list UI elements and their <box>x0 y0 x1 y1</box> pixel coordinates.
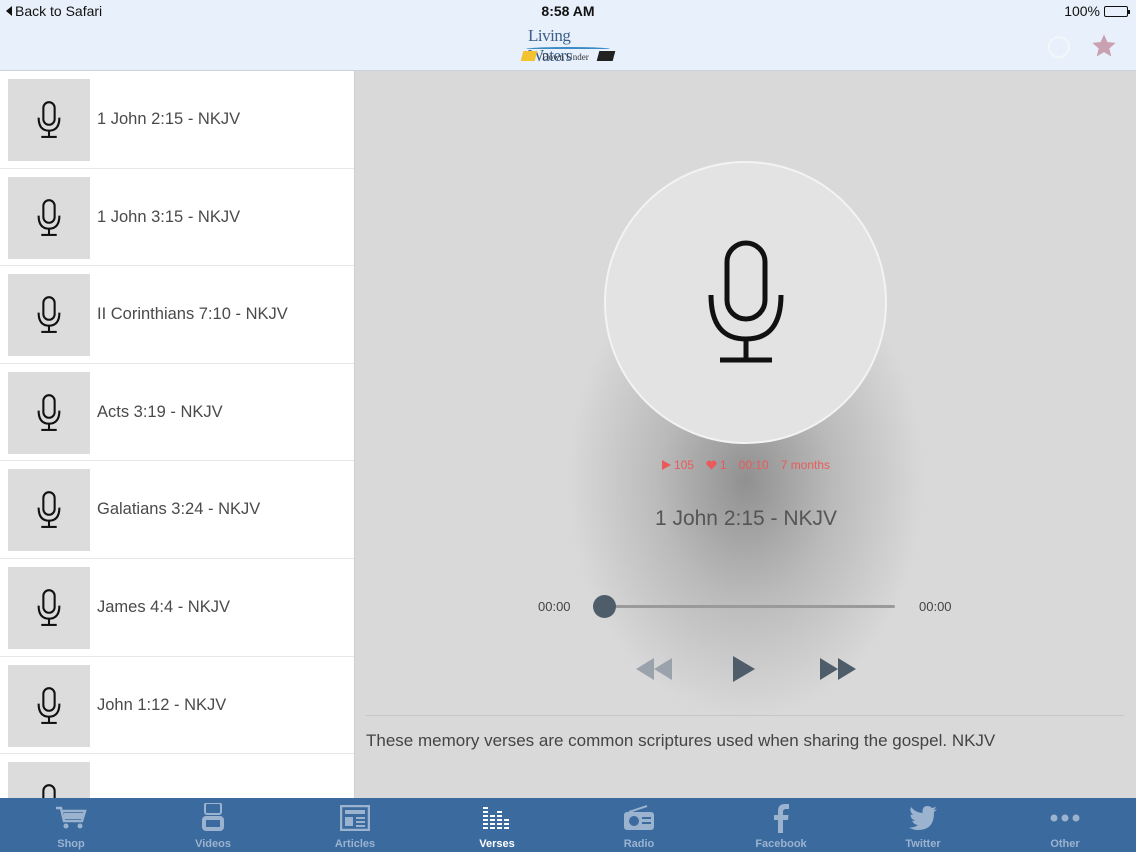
verse-list-item[interactable]: Galatians 3:24 - NKJV <box>0 461 354 559</box>
tab-radio[interactable]: Radio <box>568 798 710 852</box>
verse-list-label: Galatians 3:24 - NKJV <box>97 500 261 519</box>
tab-shop[interactable]: Shop <box>0 798 142 852</box>
tab-articles[interactable]: Articles <box>284 798 426 852</box>
verse-thumbnail <box>8 176 90 259</box>
tab-facebook[interactable]: Facebook <box>710 798 852 852</box>
youtube-icon <box>196 802 230 834</box>
status-time: 8:58 AM <box>541 3 595 19</box>
verse-thumbnail <box>8 664 90 747</box>
favorite-star-icon[interactable] <box>1090 32 1118 60</box>
verse-list-item[interactable]: 1 John 2:15 - NKJV <box>0 71 354 169</box>
progress-knob[interactable] <box>593 595 616 618</box>
status-bar: Back to Safari 8:58 AM 100% <box>0 0 1136 22</box>
verse-list-item[interactable]: James 4:4 - NKJV <box>0 559 354 657</box>
progress-track[interactable] <box>605 605 895 608</box>
twitter-icon <box>906 802 940 834</box>
microphone-icon <box>37 589 61 626</box>
verse-list-label: Acts 3:19 - NKJV <box>97 402 223 421</box>
tab-label: Twitter <box>905 838 941 850</box>
tab-bar: Shop Videos Articles Verses Radio Facebook Twi… <box>0 798 1136 852</box>
microphone-icon <box>37 198 61 236</box>
verse-thumbnail <box>8 762 90 798</box>
verse-thumbnail <box>8 469 90 552</box>
verse-list-item[interactable]: II Corinthians 7:10 - NKJV <box>0 266 354 364</box>
remaining-time: 00:00 <box>919 599 952 614</box>
now-playing-title: 1 John 2:15 - NKJV <box>654 507 838 530</box>
tab-label: Other <box>1050 838 1080 850</box>
facebook-icon <box>764 802 798 834</box>
microphone-icon <box>42 784 56 798</box>
verse-list-label: James 4:4 - NKJV <box>97 597 230 616</box>
app-header: Living Waters Down Under <box>0 22 1136 71</box>
tab-label: Videos <box>195 838 231 850</box>
tab-verses[interactable]: Verses <box>426 798 568 852</box>
newspaper-icon <box>338 802 372 834</box>
microphone-icon <box>37 686 61 724</box>
tab-videos[interactable]: Videos <box>142 798 284 852</box>
tab-label: Facebook <box>755 838 807 850</box>
verse-artwork <box>604 161 887 444</box>
divider <box>366 715 1124 716</box>
verse-list-label: John 1:12 - NKJV <box>97 695 227 714</box>
verse-list-label: 1 John 2:15 - NKJV <box>97 110 241 128</box>
track-stats: 105 1 00:10 7 months <box>356 458 1136 472</box>
more-dots-icon <box>1048 802 1082 834</box>
collection-description: These memory verses are common scripture… <box>366 731 996 750</box>
microphone-icon <box>37 491 61 529</box>
battery-indicator: 100% <box>1064 3 1130 19</box>
tab-label: Radio <box>623 838 655 850</box>
track-duration: 00:10 <box>738 458 769 472</box>
equalizer-icon <box>480 802 514 834</box>
player-panel: 105 1 00:10 7 months 1 John 2:15 - NKJV … <box>356 71 1136 798</box>
play-button[interactable] <box>729 655 759 683</box>
track-age: 7 months <box>780 458 831 472</box>
verse-thumbnail <box>8 79 90 161</box>
cart-icon <box>54 802 88 834</box>
tab-label: Shop <box>57 838 85 850</box>
verse-list[interactable]: 1 John 2:15 - NKJV 1 John 3:15 - NKJV II C… <box>0 71 355 798</box>
living-waters-logo: Living Waters Down Under <box>520 26 616 68</box>
verse-list-item[interactable]: John 1:12 - NKJV <box>0 657 354 755</box>
verse-thumbnail <box>8 566 90 649</box>
microphone-icon <box>37 101 61 138</box>
verse-list-label: 1 John 3:15 - NKJV <box>97 207 241 226</box>
rewind-button[interactable] <box>634 655 674 683</box>
verse-list-label: II Corinthians 7:10 - NKJV <box>97 305 288 324</box>
logo-text-sub: Down Under <box>542 52 589 62</box>
fast-forward-button[interactable] <box>818 655 858 683</box>
verse-list-item[interactable]: Acts 3:19 - NKJV <box>0 364 354 462</box>
play-icon <box>733 656 755 682</box>
elapsed-time: 00:00 <box>538 599 571 614</box>
battery-icon <box>1104 5 1130 17</box>
radio-icon <box>622 802 656 834</box>
play-count-icon <box>661 460 671 470</box>
tab-twitter[interactable]: Twitter <box>852 798 994 852</box>
tab-label: Verses <box>479 838 515 850</box>
plays-count: 105 <box>661 458 694 472</box>
verse-list-item[interactable]: 1 John 3:15 - NKJV <box>0 169 354 267</box>
share-icon[interactable] <box>1048 36 1070 58</box>
fast-forward-icon <box>820 658 856 680</box>
verse-thumbnail <box>8 371 90 454</box>
microphone-icon <box>708 240 783 362</box>
tab-label: Articles <box>334 838 376 850</box>
rewind-icon <box>636 658 672 680</box>
microphone-icon <box>37 296 61 334</box>
likes-count: 1 <box>706 458 727 472</box>
microphone-icon <box>37 393 61 431</box>
tab-other[interactable]: Other <box>994 798 1136 852</box>
verse-thumbnail <box>8 274 90 357</box>
heart-icon <box>706 460 717 470</box>
battery-percent: 100% <box>1064 3 1100 19</box>
verse-list-item[interactable] <box>0 754 354 798</box>
